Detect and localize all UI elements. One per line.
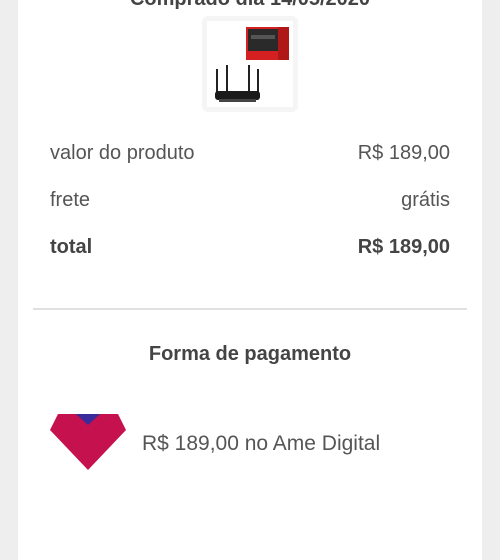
router-product-image bbox=[207, 21, 293, 107]
payment-method-row: R$ 189,00 no Ame Digital bbox=[50, 412, 380, 475]
total-label: total bbox=[50, 236, 93, 258]
payment-method-text: R$ 189,00 no Ame Digital bbox=[142, 431, 381, 455]
shipping-label: frete bbox=[50, 189, 91, 211]
total-row: total R$ 189,00 bbox=[50, 236, 450, 259]
total-amount: R$ 189,00 bbox=[357, 236, 450, 258]
product-thumbnail[interactable] bbox=[202, 16, 298, 112]
order-details-card: Comprado dia 14/05/2020 valor do produto bbox=[18, 0, 482, 560]
payment-method-title: Forma de pagamento bbox=[148, 343, 352, 365]
ame-digital-logo-icon bbox=[50, 412, 126, 475]
product-value-row: valor do produto R$ 189,00 bbox=[50, 142, 450, 165]
section-divider bbox=[33, 308, 467, 310]
product-value-amount: R$ 189,00 bbox=[357, 142, 450, 164]
order-date-title: Comprado dia 14/05/2020 bbox=[18, 0, 482, 11]
shipping-value: grátis bbox=[401, 189, 450, 211]
product-value-label: valor do produto bbox=[50, 142, 195, 164]
shipping-row: frete grátis bbox=[50, 189, 450, 212]
